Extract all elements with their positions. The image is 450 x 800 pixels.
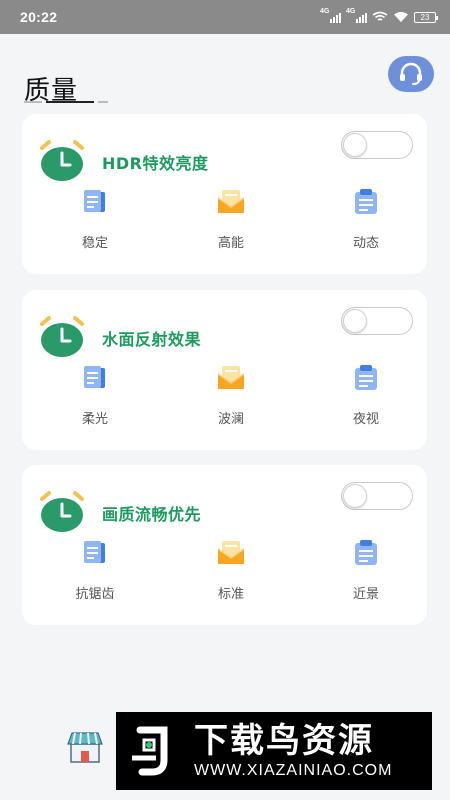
document-blue-icon	[84, 541, 105, 563]
watermark-banner: 下载鸟资源 WWW.XIAZAINIAO.COM	[116, 712, 432, 790]
headset-icon	[400, 62, 422, 85]
alarm-clock-icon	[40, 140, 84, 181]
toggle-switch[interactable]	[341, 482, 413, 510]
option-label: 动态	[352, 236, 379, 251]
option-label: 高能	[217, 236, 244, 251]
option-clipboard[interactable]: 近景	[326, 539, 406, 605]
status-time: 20:22	[20, 9, 58, 25]
signal-icon: 4G	[346, 8, 367, 23]
network-type-label: 4G	[346, 8, 356, 15]
clipboard-blue-icon	[355, 365, 377, 390]
envelope-orange-icon	[217, 541, 245, 564]
envelope-orange-icon	[217, 190, 245, 213]
store-icon[interactable]	[66, 730, 104, 764]
title-underline	[24, 101, 108, 104]
card-title: 水面反射效果	[102, 330, 202, 349]
status-icons: 4G 4G 23	[320, 8, 438, 23]
alarm-clock-icon	[40, 491, 84, 532]
envelope-orange-icon	[217, 366, 245, 389]
option-envelope[interactable]: 波澜	[191, 364, 271, 430]
document-blue-icon	[84, 366, 105, 388]
watermark-text: 下载鸟资源 WWW.XIAZAINIAO.COM	[194, 721, 392, 781]
status-bar: 20:22 4G 4G 23	[0, 0, 450, 34]
bird-logo-icon	[124, 720, 186, 782]
watermark-url: WWW.XIAZAINIAO.COM	[194, 762, 393, 779]
option-label: 近景	[352, 587, 379, 602]
clipboard-blue-icon	[355, 189, 377, 214]
option-document[interactable]: 抗锯齿	[55, 539, 135, 605]
option-clipboard[interactable]: 动态	[326, 188, 406, 254]
option-label: 标准	[217, 587, 244, 602]
signal-icon: 4G	[320, 8, 341, 23]
option-label: 波澜	[217, 412, 244, 427]
setting-card-hdr: HDR特效亮度 稳定 高能 动态	[22, 114, 427, 274]
wifi-icon	[394, 12, 408, 22]
network-type-label: 4G	[320, 8, 330, 15]
setting-card-smoothness: 画质流畅优先 抗锯齿 标准 近景	[22, 465, 427, 625]
clipboard-blue-icon	[355, 540, 377, 565]
toggle-switch[interactable]	[341, 307, 413, 335]
option-label: 柔光	[81, 412, 108, 427]
option-clipboard[interactable]: 夜视	[326, 364, 406, 430]
option-envelope[interactable]: 高能	[191, 188, 271, 254]
battery-icon: 23	[414, 11, 438, 23]
toggle-switch[interactable]	[341, 131, 413, 159]
alarm-clock-icon	[40, 316, 84, 357]
document-blue-icon	[84, 190, 105, 212]
option-document[interactable]: 稳定	[55, 188, 135, 254]
watermark-brand: 下载鸟资源	[194, 721, 374, 761]
option-label: 稳定	[81, 236, 108, 251]
hotspot-icon	[372, 11, 388, 21]
setting-card-water-reflection: 水面反射效果 柔光 波澜 夜视	[22, 290, 427, 450]
option-envelope[interactable]: 标准	[191, 539, 271, 605]
customer-service-button[interactable]	[388, 56, 434, 92]
card-title: 画质流畅优先	[102, 505, 202, 524]
option-label: 夜视	[352, 412, 379, 427]
option-label: 抗锯齿	[75, 587, 115, 602]
option-document[interactable]: 柔光	[55, 364, 135, 430]
card-title: HDR特效亮度	[102, 154, 209, 173]
